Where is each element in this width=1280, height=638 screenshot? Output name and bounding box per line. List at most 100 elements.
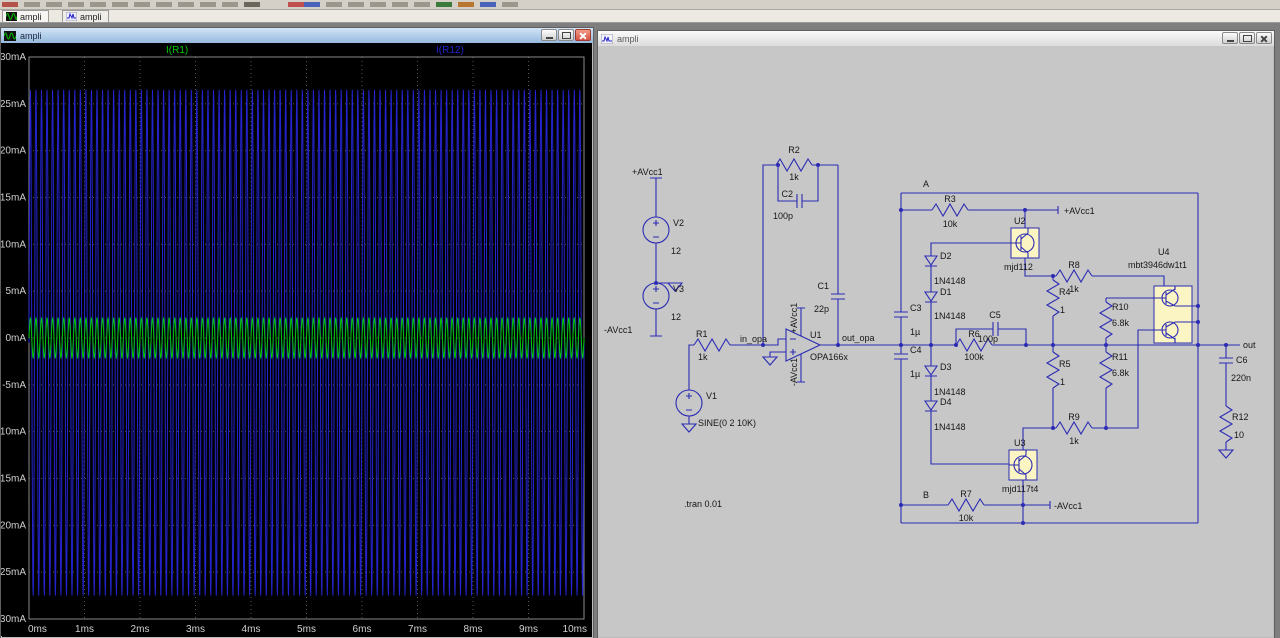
schematic-label[interactable]: -AVcc1 [1054,501,1082,511]
schematic-label[interactable]: V2 [673,218,684,228]
schematic-label[interactable]: D1 [940,287,952,297]
resistor-r5[interactable] [1046,351,1060,389]
toolbar-icon-fragment[interactable] [436,2,452,7]
schematic-label[interactable]: 100p [978,334,998,344]
schematic-label[interactable]: 10k [959,513,974,523]
schematic-label[interactable]: R7 [960,489,972,499]
schematic-label[interactable]: C1 [817,281,829,291]
toolbar-icon-fragment[interactable] [288,2,304,7]
schematic-label[interactable]: C3 [910,303,922,313]
schematic-label[interactable]: mbt3946dw1t1 [1128,260,1187,270]
toolbar-icon-fragment[interactable] [200,2,216,7]
resistor-r3[interactable] [931,203,969,217]
schematic-label[interactable]: B [923,490,929,500]
resistor-r1[interactable] [693,338,731,352]
schematic-label[interactable]: 1µ [910,327,920,337]
schematic-label[interactable]: 6.8k [1112,318,1130,328]
schematic-window-titlebar[interactable]: ampli [598,31,1274,46]
schematic-label[interactable]: V1 [706,391,717,401]
resistor-r8[interactable] [1055,269,1093,283]
toolbar-icon-fragment[interactable] [326,2,342,7]
schematic-label[interactable]: 22p [814,304,829,314]
toolbar-icon-fragment[interactable] [134,2,150,7]
schematic-label[interactable]: OPA166x [810,352,848,362]
schematic-label[interactable]: R2 [788,145,800,155]
resistor-r7[interactable] [947,498,985,512]
schematic-label[interactable]: V3 [673,284,684,294]
maximize-button[interactable] [558,29,574,41]
schematic-label[interactable]: 10k [943,219,958,229]
schematic-label[interactable]: C4 [910,345,922,355]
toolbar-icon-fragment[interactable] [304,2,320,7]
schematic-label[interactable]: -AVcc1 [604,325,632,335]
toolbar-icon-fragment[interactable] [24,2,40,7]
schematic-label[interactable]: 100p [773,211,793,221]
resistor-r11[interactable] [1099,351,1113,389]
waveform-canvas[interactable]: 0ms 1ms 2ms 3ms 4ms 5ms 6ms 7ms 8ms 9ms 10ms 30mA 25… [1,43,591,636]
waveform-window-titlebar[interactable]: ampli [1,28,593,43]
schematic-label[interactable]: C6 [1236,355,1248,365]
schematic-label[interactable]: 220n [1231,373,1251,383]
schematic-label[interactable]: mjd117t4 [1002,484,1038,494]
schematic-label[interactable]: R10 [1112,302,1129,312]
schematic-label[interactable]: D2 [940,251,952,261]
schematic-label[interactable]: C5 [989,310,1001,320]
legend-label[interactable]: I(R1) [166,45,188,56]
schematic-label[interactable]: +AVcc1 [632,167,663,177]
tab-waveform-ampli[interactable]: ampli [2,10,49,22]
schematic-label[interactable]: U1 [810,330,822,340]
schematic-label[interactable]: 1k [1069,284,1079,294]
schematic-label[interactable]: -AVcc1 [789,358,799,386]
toolbar-icon-fragment[interactable] [156,2,172,7]
schematic-label[interactable]: .tran 0.01 [684,499,722,509]
schematic-label[interactable]: 1k [698,352,708,362]
schematic-label[interactable]: 100k [964,352,984,362]
schematic-label[interactable]: R11 [1112,352,1128,362]
schematic-label[interactable]: 1N4148 [934,387,966,397]
schematic-label[interactable]: 1N4148 [934,311,966,321]
minimize-button[interactable] [1222,32,1238,44]
schematic-label[interactable]: R6 [968,329,980,339]
schematic-label[interactable]: R5 [1059,359,1071,369]
schematic-label[interactable]: 1k [789,172,799,182]
schematic-label[interactable]: R1 [696,329,708,339]
schematic-label[interactable]: SINE(0 2 10K) [698,418,756,428]
close-button[interactable] [1256,32,1272,44]
resistor-r10[interactable] [1099,301,1113,339]
toolbar-icon-fragment[interactable] [68,2,84,7]
resistor-r12[interactable] [1219,405,1233,443]
toolbar-icon-fragment[interactable] [46,2,62,7]
close-button[interactable] [575,29,591,41]
schematic-label[interactable]: 12 [671,246,681,256]
toolbar-icon-fragment[interactable] [2,2,18,7]
schematic-label[interactable]: U2 [1014,216,1026,226]
schematic-label[interactable]: R12 [1232,412,1249,422]
minimize-button[interactable] [541,29,557,41]
schematic-label[interactable]: mjd112 [1004,262,1033,272]
schematic-label[interactable]: 1k [1069,436,1079,446]
schematic-label[interactable]: 1N4148 [934,276,966,286]
schematic-canvas[interactable]: +AVcc1 V2 12 V3 12 -AVcc1 R1 1k in_opa V1 SINE(0 2… [598,46,1272,636]
toolbar-icon-fragment[interactable] [244,2,260,7]
resistor-r4[interactable] [1046,279,1060,317]
toolbar-icon-fragment[interactable] [112,2,128,7]
toolbar-icon-fragment[interactable] [458,2,474,7]
schematic-label[interactable]: D4 [940,397,952,407]
schematic-label[interactable]: +AVcc1 [789,303,799,334]
schematic-label[interactable]: 6.8k [1112,368,1130,378]
schematic-label[interactable]: U3 [1014,438,1026,448]
toolbar-icon-fragment[interactable] [502,2,518,7]
schematic-label[interactable]: 1N4148 [934,422,966,432]
u4-package[interactable] [1153,285,1193,344]
schematic-label[interactable]: R8 [1068,260,1080,270]
schematic-label[interactable]: D3 [940,362,952,372]
legend-label[interactable]: I(R12) [436,45,464,56]
toolbar-icon-fragment[interactable] [480,2,496,7]
schematic-label[interactable]: 1µ [910,369,920,379]
schematic-label[interactable]: +AVcc1 [1064,206,1095,216]
toolbar-icon-fragment[interactable] [178,2,194,7]
schematic-canvas-area[interactable]: +AVcc1 V2 12 V3 12 -AVcc1 R1 1k in_opa V1 SINE(0 2… [598,46,1272,636]
toolbar-icon-fragment[interactable] [370,2,386,7]
schematic-label[interactable]: R9 [1068,412,1080,422]
toolbar-icon-fragment[interactable] [90,2,106,7]
